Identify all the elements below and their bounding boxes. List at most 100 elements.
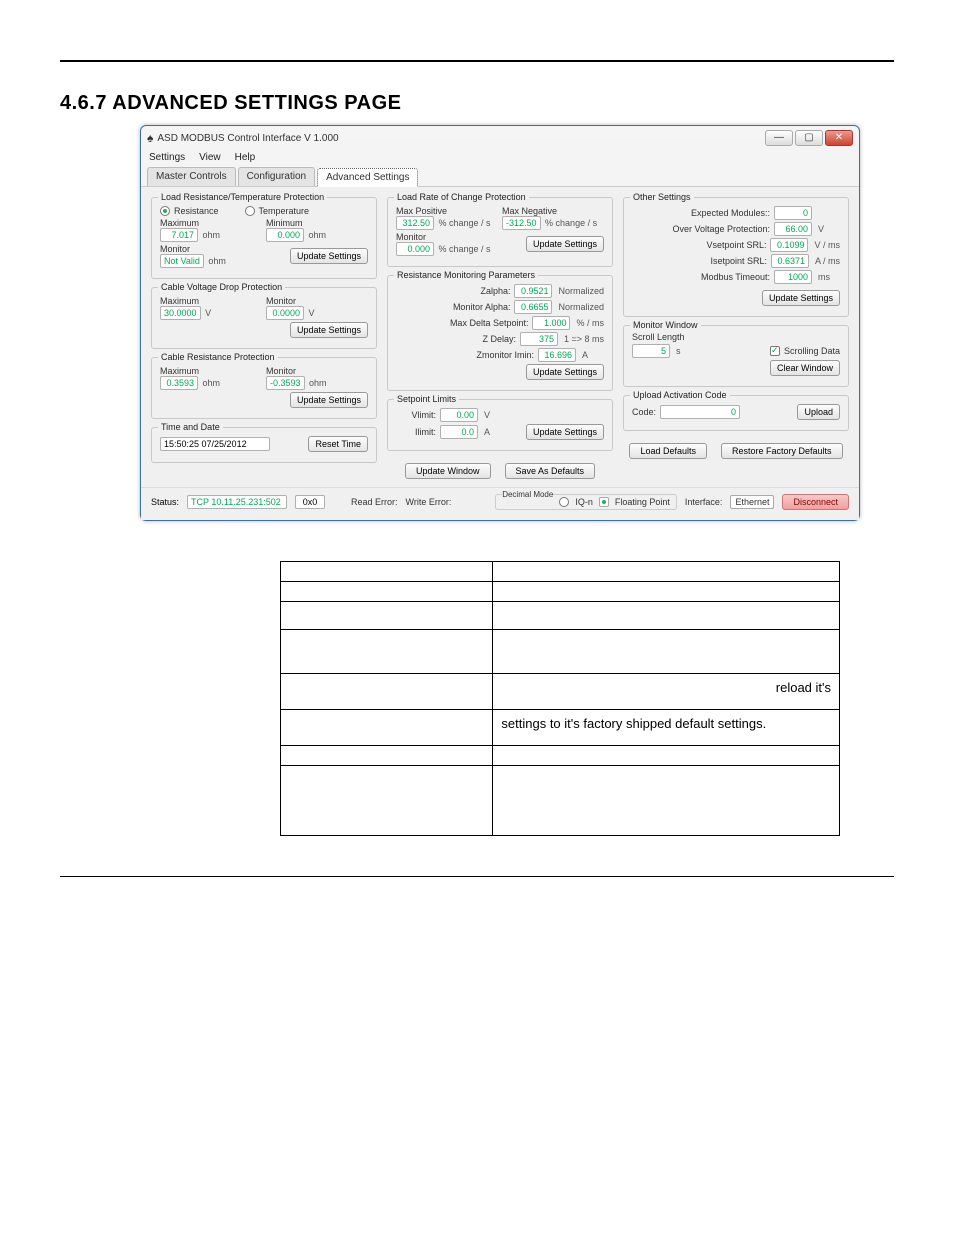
decimal-mode-group: Decimal Mode IQ-n Floating Point xyxy=(495,494,677,510)
radio-iqn[interactable] xyxy=(559,497,569,507)
maximum-value[interactable]: 30.0000 xyxy=(160,306,201,320)
zdelay-value[interactable]: 375 xyxy=(520,332,558,346)
window-title: ASD MODBUS Control Interface V 1.000 xyxy=(157,133,338,144)
monitor-unit: % change / s xyxy=(439,244,491,254)
code-value[interactable]: 0 xyxy=(660,405,740,419)
clear-window-button[interactable]: Clear Window xyxy=(770,360,840,376)
update-settings-button[interactable]: Update Settings xyxy=(290,248,368,264)
monitor-label: Monitor xyxy=(266,366,368,376)
monitor-value: 0.000 xyxy=(396,242,434,256)
maximum-unit: V xyxy=(205,308,211,318)
radio-temperature[interactable] xyxy=(245,206,255,216)
monitor-unit: V xyxy=(309,308,315,318)
ilimit-value[interactable]: 0.0 xyxy=(440,425,478,439)
maximum-value[interactable]: 7.017 xyxy=(160,228,198,242)
status-bar: Status: TCP 10.11.25.231:502 0x0 Read Er… xyxy=(141,487,859,520)
max-neg-unit: % change / s xyxy=(545,218,597,228)
time-date-value: 15:50:25 07/25/2012 xyxy=(160,437,270,451)
monitor-value: -0.3593 xyxy=(266,376,305,390)
monalpha-label: Monitor Alpha: xyxy=(396,302,510,312)
menu-settings[interactable]: Settings xyxy=(149,152,185,163)
tab-advanced-settings[interactable]: Advanced Settings xyxy=(317,168,418,187)
group-title: Resistance Monitoring Parameters xyxy=(394,270,538,280)
zimin-value[interactable]: 16.696 xyxy=(538,348,576,362)
max-pos-label: Max Positive xyxy=(396,206,498,216)
maximize-button[interactable]: ▢ xyxy=(795,130,823,146)
ilimit-unit: A xyxy=(484,427,506,437)
group-load-roc: Load Rate of Change Protection Max Posit… xyxy=(387,197,613,267)
mbto-value[interactable]: 1000 xyxy=(774,270,812,284)
update-window-button[interactable]: Update Window xyxy=(405,463,491,479)
group-monitor-window: Monitor Window Scroll Length 5 s Scrolli… xyxy=(623,325,849,387)
group-cable-vdrop: Cable Voltage Drop Protection Maximum 30… xyxy=(151,287,377,349)
table-cell xyxy=(281,562,493,582)
save-defaults-button[interactable]: Save As Defaults xyxy=(505,463,596,479)
table-cell xyxy=(493,582,840,602)
zalpha-value[interactable]: 0.9521 xyxy=(514,284,552,298)
isrl-value[interactable]: 0.6371 xyxy=(771,254,809,268)
minimum-value[interactable]: 0.000 xyxy=(266,228,304,242)
table-cell: reload it's xyxy=(493,674,840,710)
update-settings-button[interactable]: Update Settings xyxy=(526,424,604,440)
radio-float[interactable] xyxy=(599,497,609,507)
minimize-button[interactable]: — xyxy=(765,130,793,146)
spade-icon: ♠ xyxy=(147,131,153,145)
status-conn: TCP 10.11.25.231:502 xyxy=(187,495,287,509)
update-settings-button[interactable]: Update Settings xyxy=(526,236,604,252)
max-pos-unit: % change / s xyxy=(439,218,491,228)
scroll-length-value[interactable]: 5 xyxy=(632,344,670,358)
maxdelta-label: Max Delta Setpoint: xyxy=(396,318,528,328)
radio-float-label: Floating Point xyxy=(615,497,670,507)
mbto-unit: ms xyxy=(818,272,840,282)
tab-master-controls[interactable]: Master Controls xyxy=(147,167,236,186)
section-heading: 4.6.7 ADVANCED SETTINGS PAGE xyxy=(60,92,894,115)
radio-temperature-label: Temperature xyxy=(259,206,310,216)
group-upload-code: Upload Activation Code Code: 0 Upload xyxy=(623,395,849,431)
group-title: Cable Resistance Protection xyxy=(158,352,278,362)
interface-select[interactable]: Ethernet xyxy=(730,495,774,509)
info-table: reload it'ssettings to it's factory ship… xyxy=(280,561,840,836)
maximum-value[interactable]: 0.3593 xyxy=(160,376,198,390)
vlimit-unit: V xyxy=(484,410,506,420)
menu-view[interactable]: View xyxy=(199,152,221,163)
update-settings-button[interactable]: Update Settings xyxy=(762,290,840,306)
vlimit-value[interactable]: 0.00 xyxy=(440,408,478,422)
zimin-unit: A xyxy=(582,350,604,360)
expected-value[interactable]: 0 xyxy=(774,206,812,220)
max-pos-value[interactable]: 312.50 xyxy=(396,216,434,230)
table-row: settings to it's factory shipped default… xyxy=(281,710,840,746)
ovp-value[interactable]: 66.00 xyxy=(774,222,812,236)
scroll-length-label: Scroll Length xyxy=(632,332,840,342)
vsrl-label: Vsetpoint SRL: xyxy=(632,240,766,250)
menu-help[interactable]: Help xyxy=(235,152,256,163)
group-setpoint-limits: Setpoint Limits Vlimit:0.00V Ilimit:0.0A… xyxy=(387,399,613,451)
close-button[interactable]: ✕ xyxy=(825,130,853,146)
group-title: Load Rate of Change Protection xyxy=(394,192,529,202)
monalpha-value[interactable]: 0.6655 xyxy=(514,300,552,314)
maxdelta-value[interactable]: 1.000 xyxy=(532,316,570,330)
table-cell xyxy=(281,602,493,630)
radio-resistance[interactable] xyxy=(160,206,170,216)
update-settings-button[interactable]: Update Settings xyxy=(526,364,604,380)
max-neg-value[interactable]: -312.50 xyxy=(502,216,541,230)
disconnect-button[interactable]: Disconnect xyxy=(782,494,849,510)
reset-time-button[interactable]: Reset Time xyxy=(308,436,368,452)
table-row xyxy=(281,746,840,766)
scrolling-data-label: Scrolling Data xyxy=(784,346,840,356)
write-error-label: Write Error: xyxy=(406,497,452,507)
maximum-label: Maximum xyxy=(160,296,262,306)
upload-button[interactable]: Upload xyxy=(797,404,840,420)
restore-factory-button[interactable]: Restore Factory Defaults xyxy=(721,443,843,459)
table-cell xyxy=(281,766,493,836)
update-settings-button[interactable]: Update Settings xyxy=(290,322,368,338)
update-settings-button[interactable]: Update Settings xyxy=(290,392,368,408)
group-time-date: Time and Date 15:50:25 07/25/2012 Reset … xyxy=(151,427,377,463)
table-cell xyxy=(493,746,840,766)
scroll-length-unit: s xyxy=(676,346,698,356)
tab-configuration[interactable]: Configuration xyxy=(238,167,315,186)
vsrl-value[interactable]: 0.1099 xyxy=(770,238,808,252)
scrolling-data-checkbox[interactable] xyxy=(770,346,780,356)
table-cell xyxy=(493,630,840,674)
group-title: Time and Date xyxy=(158,422,223,432)
load-defaults-button[interactable]: Load Defaults xyxy=(629,443,707,459)
